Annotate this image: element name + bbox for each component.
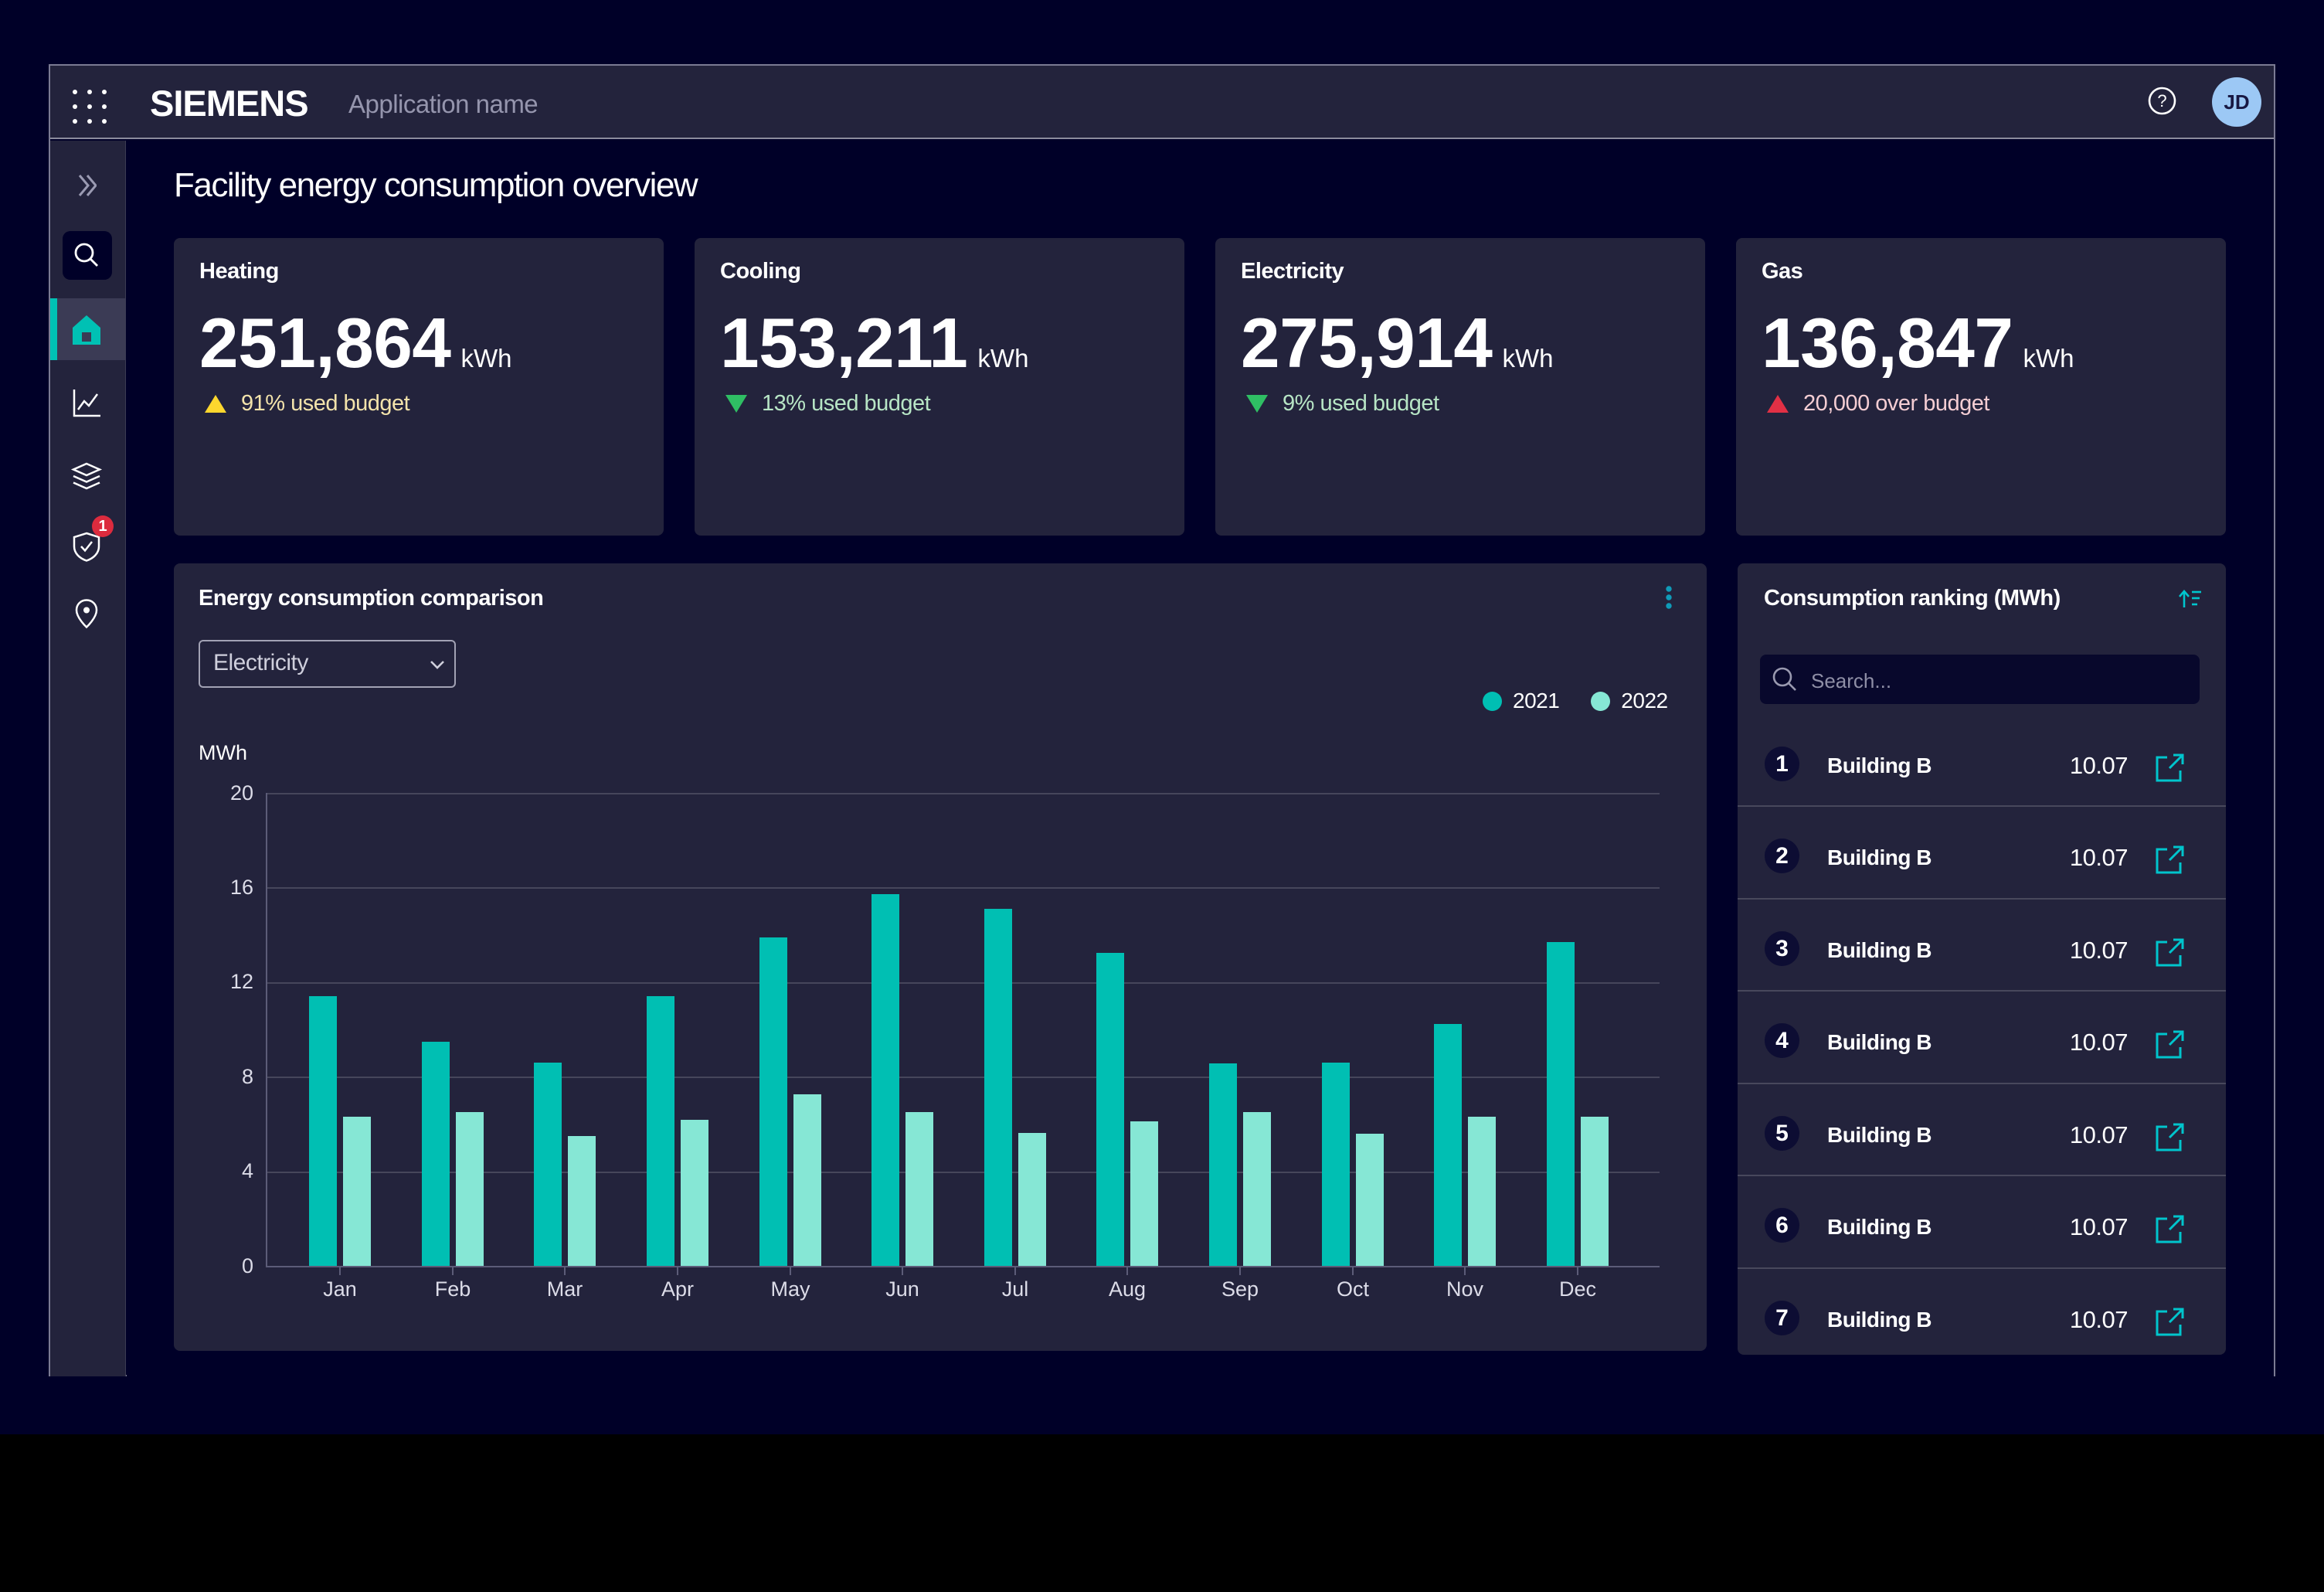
svg-text:?: ? (2157, 91, 2166, 111)
